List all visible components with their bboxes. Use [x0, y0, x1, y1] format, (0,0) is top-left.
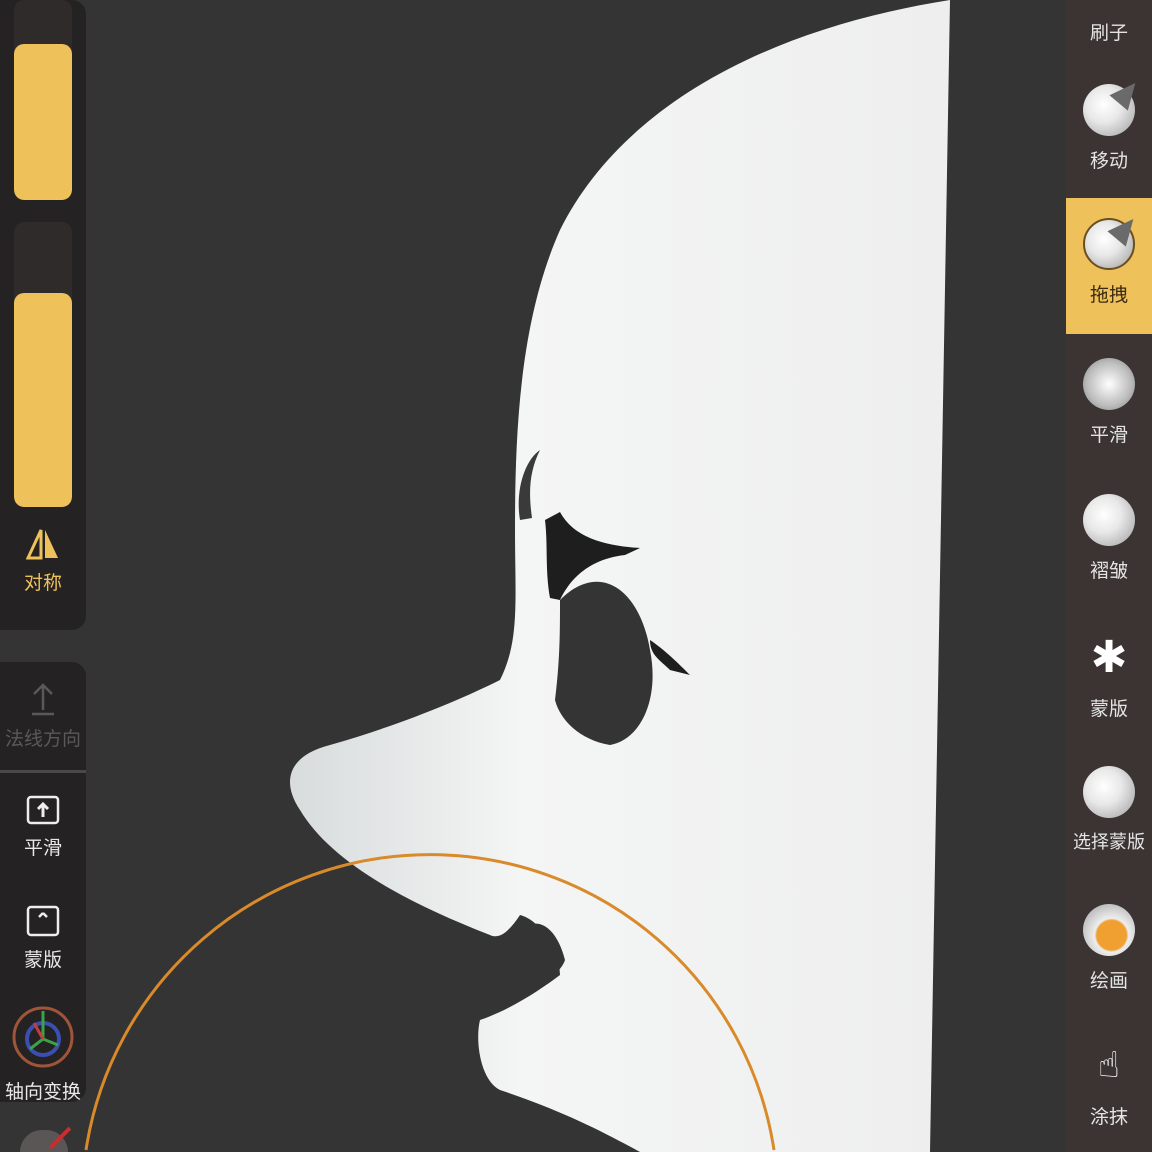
move-icon	[1083, 75, 1145, 136]
tool-select-mask[interactable]: 选择蒙版	[1066, 766, 1152, 902]
intensity-slider[interactable]	[14, 222, 72, 507]
mask-toggle[interactable]: 蒙版	[0, 905, 86, 972]
tool-label: 选择蒙版	[1073, 832, 1145, 853]
smooth-label: 平滑	[23, 837, 62, 859]
normal-direction-button[interactable]: 法线方向	[0, 682, 86, 751]
mask-label: 蒙版	[23, 949, 62, 971]
tool-smudge[interactable]: ☝ 涂抹	[1066, 1040, 1152, 1152]
tool-label: 绘画	[1089, 970, 1128, 992]
tool-paint[interactable]: 绘画	[1066, 904, 1152, 1040]
tool-label: 刷子	[1089, 22, 1128, 44]
mask-model[interactable]	[290, 0, 950, 1152]
3d-viewport[interactable]	[0, 0, 1152, 1152]
drag-icon	[1083, 211, 1143, 270]
smooth-toggle[interactable]: 平滑	[0, 795, 86, 860]
divider	[0, 770, 86, 773]
symmetry-icon	[26, 529, 58, 560]
tool-label: 涂抹	[1089, 1106, 1128, 1128]
select-mask-icon	[1083, 766, 1135, 818]
tool-brush[interactable]: 刷子	[1066, 0, 1152, 44]
arrow-up-icon	[32, 683, 54, 716]
mask-splat-icon: ✱	[1090, 632, 1128, 683]
tool-label: 褶皱	[1089, 560, 1128, 582]
tool-smooth[interactable]: 平滑	[1066, 358, 1152, 494]
symmetry-button[interactable]: 对称	[0, 528, 86, 595]
intensity-slider-fill	[14, 293, 72, 507]
axis-transform-label: 轴向变换	[4, 1081, 81, 1103]
axis-transform-button[interactable]: 轴向变换	[0, 1005, 86, 1104]
smudge-finger-icon: ☝	[1098, 1045, 1120, 1086]
paint-icon	[1083, 904, 1135, 956]
tool-label: 平滑	[1089, 424, 1128, 446]
tool-drag[interactable]: 拖拽	[1066, 198, 1152, 334]
crease-icon	[1083, 494, 1135, 546]
symmetry-label: 对称	[23, 572, 62, 594]
tool-mask[interactable]: ✱ 蒙版	[1066, 632, 1152, 768]
tool-label: 移动	[1089, 150, 1128, 172]
normal-direction-label: 法线方向	[4, 728, 81, 750]
tool-crease[interactable]: 褶皱	[1066, 494, 1152, 630]
tool-panel: 刷子 移动 拖拽 平滑 褶皱 ✱ 蒙版 选择蒙版 绘画 ☝ 涂抹	[1066, 0, 1152, 1152]
smooth-icon	[1083, 358, 1135, 410]
mask-box-icon	[26, 905, 60, 937]
radius-slider[interactable]	[14, 0, 72, 200]
tool-label: 拖拽	[1089, 284, 1128, 306]
smooth-box-icon	[26, 795, 60, 825]
radius-slider-fill	[14, 44, 72, 200]
tool-label: 蒙版	[1089, 698, 1128, 720]
gizmo-icon	[12, 1006, 74, 1068]
